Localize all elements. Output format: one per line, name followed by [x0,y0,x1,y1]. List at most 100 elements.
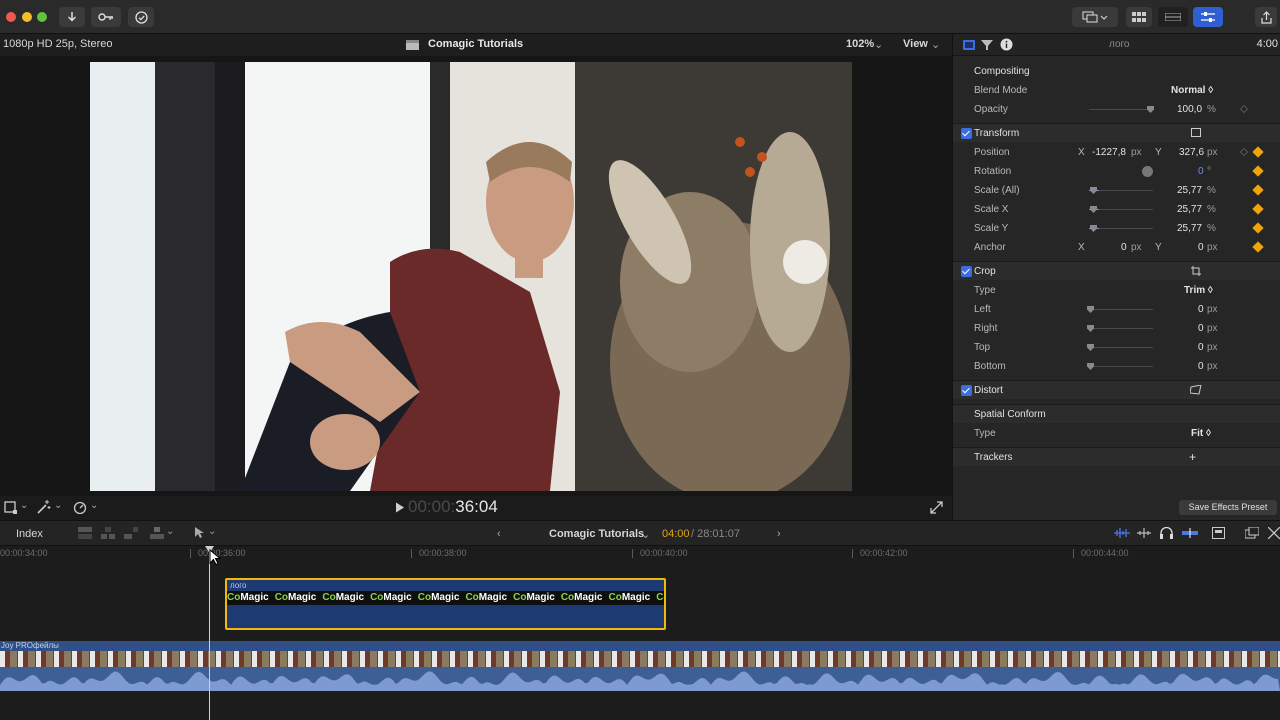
effects-browser-icon[interactable] [1244,526,1260,542]
transitions-browser-icon[interactable] [1267,526,1280,542]
crop-bottom-value[interactable]: 0 [1198,361,1204,372]
scale-x-slider[interactable] [1089,206,1153,213]
main-video-clip[interactable]: Joy PROфейлы [0,641,1280,691]
play-button[interactable] [395,502,405,516]
blend-mode-popup[interactable]: Normal ◊ [1171,85,1213,96]
save-effects-preset-button[interactable]: Save Effects Preset [1179,500,1277,515]
chevron-left-icon[interactable]: ‹ [497,528,501,540]
zoom-window-button[interactable] [37,12,47,22]
chevron-down-icon[interactable]: ⌄ [54,500,62,511]
slider-knob[interactable] [1087,344,1094,351]
crop-top-value[interactable]: 0 [1198,342,1204,353]
video-frame[interactable] [90,62,852,491]
keyframe-icon[interactable] [1252,222,1264,234]
timeline-ruler[interactable]: 00:00:34:00 00:00:36:00 00:00:38:00 00:0… [0,546,1280,560]
connect-clip-icon[interactable] [78,527,92,542]
slider-knob[interactable] [1147,106,1154,113]
keyframe-icon[interactable] [1252,146,1264,158]
rotation-dial[interactable] [1142,166,1153,177]
anchor-x-value[interactable]: 0 [1121,242,1127,253]
slider-knob[interactable] [1087,363,1094,370]
close-window-button[interactable] [6,12,16,22]
skimming-icon[interactable] [1137,528,1151,541]
chevron-right-icon[interactable]: › [777,528,781,540]
chevron-down-icon[interactable]: ⌄ [641,528,650,541]
crop-left-value[interactable]: 0 [1198,304,1204,315]
slider-knob[interactable] [1090,187,1097,194]
info-icon[interactable] [1000,38,1013,54]
share-button[interactable] [1255,7,1277,27]
compositing-section-header[interactable]: Compositing [953,62,1280,81]
keyframe-icon[interactable] [1239,104,1249,114]
transform-enable-checkbox[interactable] [961,128,972,139]
chevron-down-icon[interactable]: ⌄ [20,500,28,511]
crop-enable-checkbox[interactable] [961,266,972,277]
append-clip-icon[interactable] [124,527,138,542]
chevron-down-icon[interactable]: ⌄ [208,526,216,537]
playhead[interactable] [205,546,214,720]
slider-knob[interactable] [1090,225,1097,232]
distort-tool-icon[interactable] [1189,384,1202,398]
crop-top-slider[interactable] [1087,344,1153,351]
view-menu[interactable]: View [903,38,928,50]
timeline-toggle-button[interactable] [1158,7,1188,27]
crop-left-slider[interactable] [1087,306,1153,313]
opacity-slider[interactable] [1089,106,1154,113]
index-button[interactable]: Index [16,528,43,540]
filter-icon[interactable] [981,39,993,54]
crop-right-slider[interactable] [1087,325,1153,332]
scale-all-value[interactable]: 25,77 [1177,185,1202,196]
title-clip[interactable]: лого CoMagic CoMagic CoMagic CoMagic CoMagic… [225,578,666,630]
clip-appearance-icon[interactable] [1212,527,1225,542]
snapping-icon[interactable] [1182,528,1198,541]
insert-clip-icon[interactable] [101,527,115,542]
crop-type-popup[interactable]: Trim ◊ [1184,285,1213,296]
add-tracker-button[interactable]: + [1189,450,1196,464]
minimize-window-button[interactable] [22,12,32,22]
keyframe-icon[interactable] [1252,184,1264,196]
browser-toggle-button[interactable] [1126,7,1152,27]
timecode-display[interactable]: 00:00:36:04 [408,497,498,517]
position-x-value[interactable]: -1227,8 [1092,147,1126,158]
import-button[interactable] [59,7,85,27]
transform-section-header[interactable]: Transform [953,123,1280,142]
scale-y-slider[interactable] [1089,225,1153,232]
anchor-y-value[interactable]: 0 [1198,242,1204,253]
inspector-toggle-button[interactable] [1193,7,1223,27]
transform-tool-icon[interactable] [4,501,18,517]
timeline-project-name[interactable]: Comagic Tutorials [549,528,644,540]
fullscreen-icon[interactable] [930,501,943,517]
position-y-value[interactable]: 327,6 [1179,147,1204,158]
slider-knob[interactable] [1090,206,1097,213]
distort-enable-checkbox[interactable] [961,385,972,396]
select-tool-icon[interactable] [194,527,204,542]
keyframe-icon[interactable] [1252,165,1264,177]
keyframe-icon[interactable] [1252,203,1264,215]
scale-x-value[interactable]: 25,77 [1177,204,1202,215]
speedometer-icon[interactable] [73,501,87,517]
trackers-section-header[interactable]: Trackers + [953,447,1280,466]
chevron-down-icon[interactable]: ⌄ [90,500,98,511]
overwrite-clip-icon[interactable] [150,527,164,542]
slider-knob[interactable] [1087,306,1094,313]
workspace-button[interactable] [1072,7,1118,27]
slider-knob[interactable] [1087,325,1094,332]
scale-y-value[interactable]: 25,77 [1177,223,1202,234]
opacity-value[interactable]: 100,0 [1177,104,1202,115]
crop-section-header[interactable]: Crop [953,261,1280,280]
video-inspector-icon[interactable] [963,39,975,54]
keyframe-nav-icon[interactable] [1239,147,1249,157]
rotation-value[interactable]: 0 [1198,166,1204,177]
background-tasks-button[interactable] [128,7,154,27]
onscreen-controls-icon[interactable] [1191,128,1201,140]
chevron-down-icon[interactable]: ⌄ [166,526,174,537]
audio-waveform-icon[interactable] [1114,528,1130,541]
spatial-conform-section-header[interactable]: Spatial Conform [953,404,1280,423]
keyword-button[interactable] [91,7,121,27]
crop-tool-icon[interactable] [1191,266,1201,279]
crop-right-value[interactable]: 0 [1198,323,1204,334]
scale-all-slider[interactable] [1089,187,1153,194]
spatial-conform-type-popup[interactable]: Fit ◊ [1191,428,1211,439]
headphones-icon[interactable] [1160,526,1173,542]
enhance-wand-icon[interactable] [37,500,51,517]
